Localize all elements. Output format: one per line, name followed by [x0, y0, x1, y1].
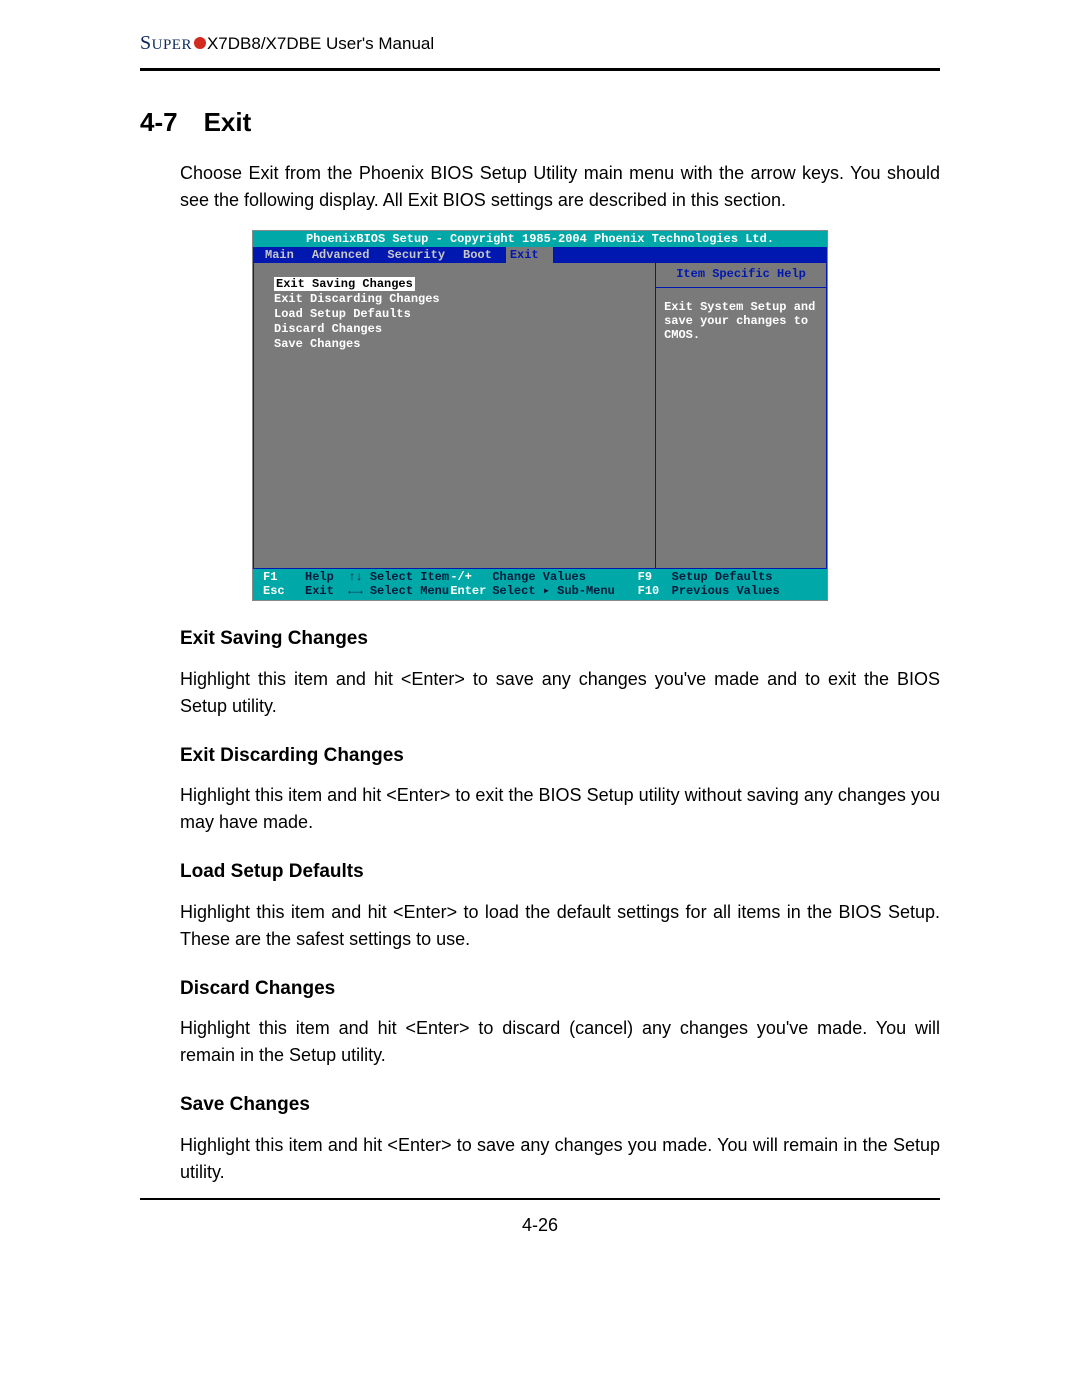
bios-key: F10 [638, 584, 672, 598]
bios-key: -/+ [450, 570, 492, 584]
bios-tab-main[interactable]: Main [261, 247, 308, 263]
bios-tab-boot[interactable]: Boot [459, 247, 506, 263]
bios-help-header: Item Specific Help [656, 263, 826, 288]
section-intro: Choose Exit from the Phoenix BIOS Setup … [140, 160, 940, 214]
bios-option[interactable]: Exit Discarding Changes [274, 292, 635, 306]
bios-help-pane: Item Specific Help Exit System Setup and… [656, 263, 827, 569]
bios-option[interactable]: Discard Changes [274, 322, 635, 336]
model-title: X7DB8/X7DBE User's Manual [207, 31, 434, 57]
item-body: Highlight this item and hit <Enter> to l… [140, 899, 940, 953]
bios-option[interactable]: Save Changes [274, 337, 635, 351]
bios-key: F9 [638, 570, 672, 584]
bios-key-desc: Select ▸ Sub-Menu [492, 584, 637, 598]
item-heading: Exit Discarding Changes [180, 742, 940, 771]
item-body: Highlight this item and hit <Enter> to e… [140, 782, 940, 836]
header-rule [140, 68, 940, 71]
item-heading: Exit Saving Changes [180, 625, 940, 654]
running-header: SUPER X7DB8/X7DBE User's Manual [140, 28, 940, 64]
bios-tab-security[interactable]: Security [383, 247, 459, 263]
bios-key-desc: Exit ←→ Select Menu [305, 584, 450, 598]
bios-key-desc: Help ↑↓ Select Item [305, 570, 450, 584]
footer-rule [140, 1198, 940, 1200]
bios-title-bar: PhoenixBIOS Setup - Copyright 1985-2004 … [253, 231, 827, 247]
bios-option[interactable]: Exit Saving Changes [274, 277, 415, 291]
bios-help-body: Exit System Setup and save your changes … [656, 288, 826, 354]
item-heading: Load Setup Defaults [180, 858, 940, 887]
bios-key-desc: Setup Defaults [672, 570, 817, 584]
item-body: Highlight this item and hit <Enter> to s… [140, 666, 940, 720]
brand-rest: UPER [152, 37, 192, 53]
brand-logo-text: SUPER [140, 28, 192, 58]
brand-big-s: S [140, 32, 152, 54]
brand-dot-icon [194, 37, 206, 49]
bios-tab-bar: Main Advanced Security Boot Exit [253, 247, 827, 263]
bios-key: Esc [263, 584, 305, 598]
page-number: 4-26 [140, 1212, 940, 1239]
section-number: 4-7 [140, 107, 178, 137]
bios-tab-exit[interactable]: Exit [506, 247, 553, 263]
item-heading: Discard Changes [180, 975, 940, 1004]
item-heading: Save Changes [180, 1091, 940, 1120]
bios-tab-advanced[interactable]: Advanced [308, 247, 384, 263]
manual-page: SUPER X7DB8/X7DBE User's Manual 4-7 Exit … [0, 0, 1080, 1269]
bios-key: F1 [263, 570, 305, 584]
bios-footer: F1 Help ↑↓ Select Item -/+ Change Values… [253, 569, 827, 600]
section-heading: 4-7 Exit [140, 103, 940, 142]
bios-key-desc: Change Values [492, 570, 637, 584]
bios-key: Enter [450, 584, 492, 598]
bios-option-list: Exit Saving Changes Exit Discarding Chan… [253, 263, 656, 569]
bios-screenshot: PhoenixBIOS Setup - Copyright 1985-2004 … [252, 230, 828, 601]
bios-option[interactable]: Load Setup Defaults [274, 307, 635, 321]
item-body: Highlight this item and hit <Enter> to d… [140, 1015, 940, 1069]
bios-key-desc: Previous Values [672, 584, 817, 598]
section-title: Exit [204, 107, 252, 137]
bios-body: Exit Saving Changes Exit Discarding Chan… [253, 263, 827, 569]
item-body: Highlight this item and hit <Enter> to s… [140, 1132, 940, 1186]
